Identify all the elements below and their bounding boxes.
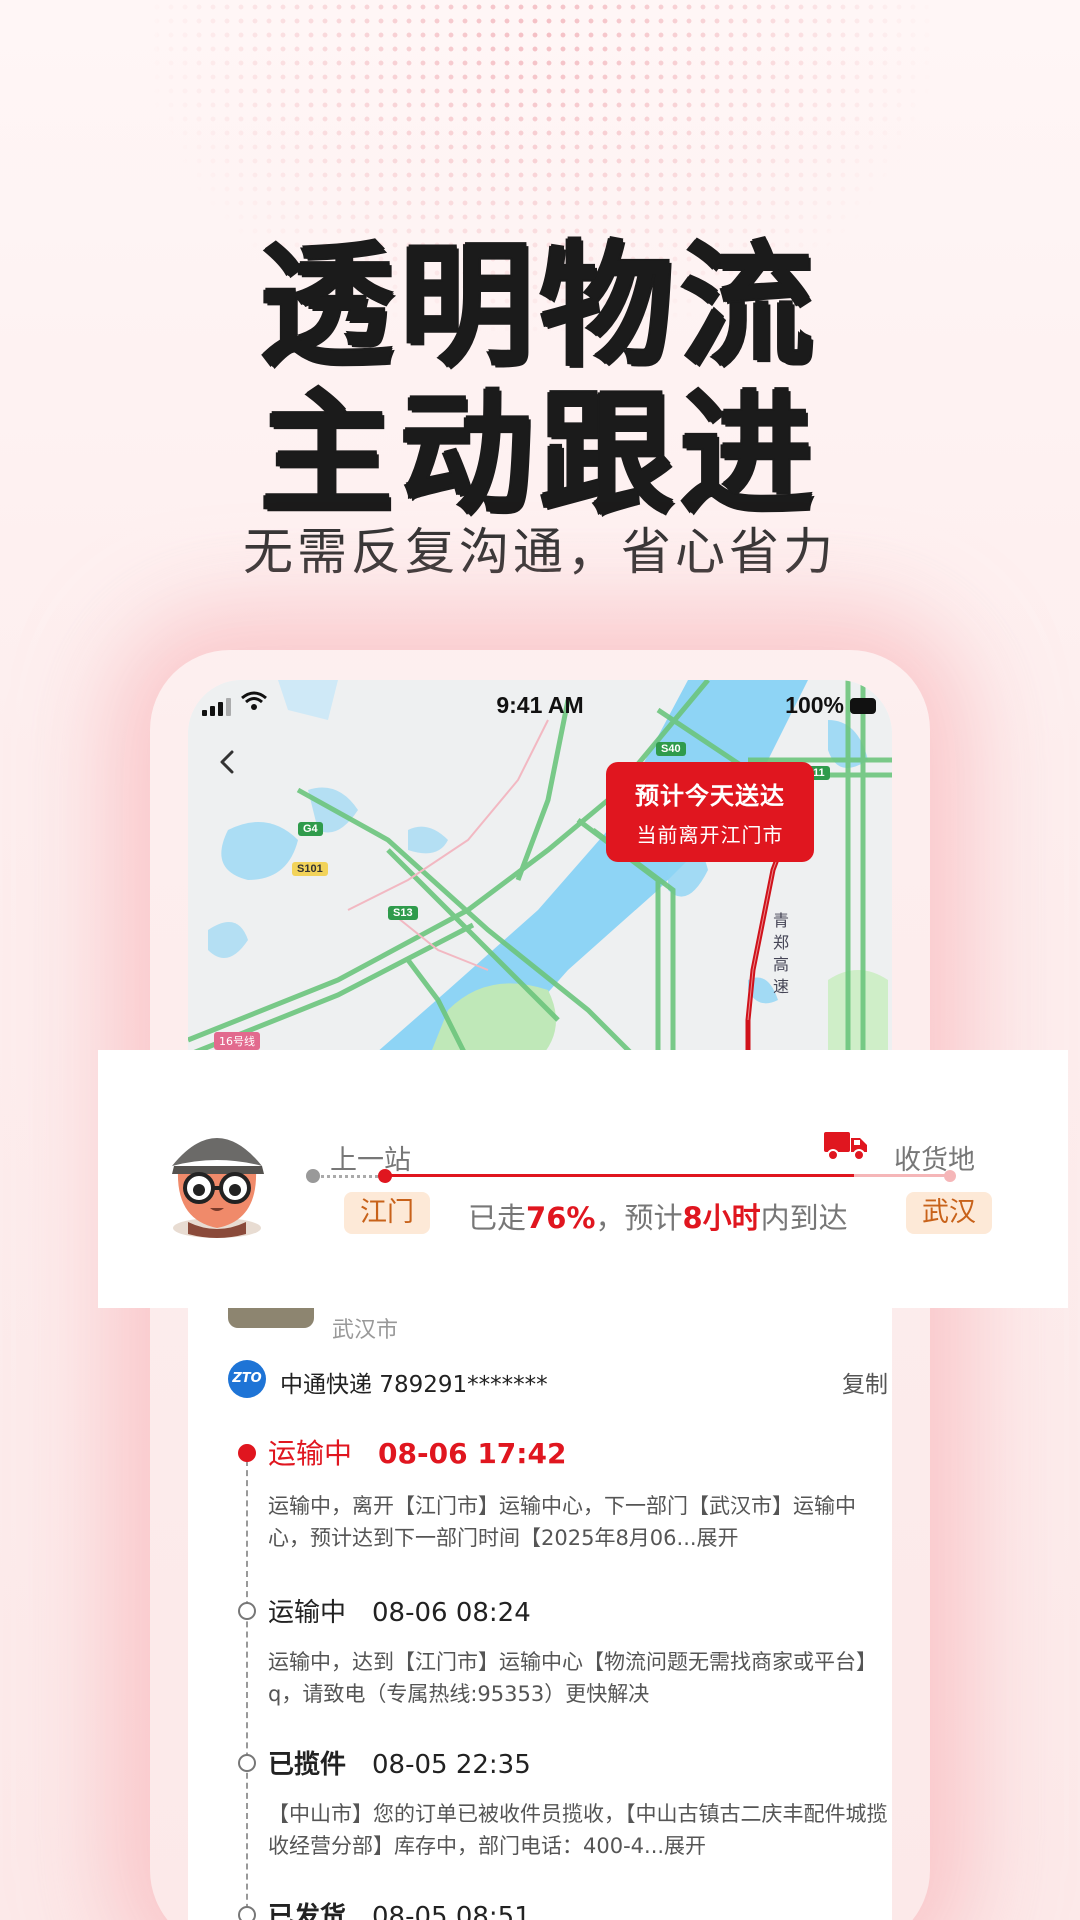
timeline-dot [238,1906,256,1920]
package-city: 武汉市 [332,1318,399,1343]
event-header: 运输中 08-06 08:24 [268,1592,531,1629]
bubble-subtitle: 当前离开江门市 [636,823,784,847]
track-destination-dot [944,1170,956,1182]
event-header: 运输中 08-06 17:42 [268,1432,566,1472]
timeline-dot [238,1602,256,1620]
package-thumbnail [228,1308,314,1328]
subtitle: 无需反复沟通，省心省力 [243,523,837,581]
track-current-dot [378,1169,392,1183]
cat-mascot-icon [172,1138,264,1238]
progress-summary: 已走76%，预计8小时内到达 [468,1195,848,1237]
progress-text-mid: ，预计 [595,1201,683,1235]
road-label-s13: S13 [388,906,418,920]
track-progress-fill [384,1174,854,1177]
metro-line-label: 16号线 [214,1032,260,1050]
event-description: 【中山市】您的订单已被收件员揽收，【中山古镇古二庆丰配件城揽收经营分部】库存中，… [268,1802,888,1858]
headline-line-2: 主动跟进 [259,377,820,533]
back-button[interactable] [208,742,248,782]
zto-logo-icon: ZTO [228,1360,266,1398]
event-header: 已揽件 08-05 22:35 [268,1744,531,1781]
carrier-tracking-number: 中通快递 789291******* [280,1372,548,1398]
copy-button[interactable]: 复制 [842,1365,888,1399]
battery-status: 100% [785,692,876,719]
event-status: 已发货 [268,1902,347,1920]
progress-percent: 76% [526,1201,596,1235]
track-remaining [854,1174,950,1177]
tracking-details: 武汉市 ZTO 中通快递 789291******* 复制 运输中 08-06 1… [188,1308,892,1920]
map-view[interactable]: G4 S101 S13 S40 11 16号线 青 郑 高 速 9:41 AM … [188,680,892,1062]
track-origin-dot [306,1169,320,1183]
battery-percent: 100% [785,692,844,718]
destination-label: 收货地 [894,1145,975,1176]
progress-card: 上一站 收货地 江门 已走76%，预计8小时内到达 武汉 [98,1050,1068,1308]
carrier-row: ZTO 中通快递 789291******* 复制 [228,1360,888,1400]
event-time: 08-05 22:35 [372,1750,531,1780]
truck-icon [824,1132,867,1161]
event-time: 08-05 08:51 [372,1902,531,1920]
event-status: 运输中 [268,1437,353,1470]
progress-text-pre: 已走 [468,1201,527,1235]
progress-hours: 8小时 [682,1201,761,1235]
event-status: 已揽件 [268,1750,347,1780]
chevron-left-icon [220,750,234,774]
status-bar: 9:41 AM 100% [188,680,892,732]
progress-text-post: 内到达 [760,1201,848,1235]
road-label-s101: S101 [292,862,328,876]
timeline-dot-active [238,1444,256,1462]
track-dotted-segment [314,1175,384,1178]
event-time: 08-06 17:42 [378,1437,567,1470]
event-description: 运输中，离开【江门市】运输中心，下一部门【武汉市】运输中心，预计达到下一部门时间… [268,1494,856,1550]
event-header: 已发货 08-05 08:51 [268,1896,531,1920]
bubble-title: 预计今天送达 [635,782,785,810]
origin-city-tag: 江门 [344,1192,430,1234]
timeline-line [246,1460,248,1920]
road-label-g4: G4 [298,822,323,836]
event-status: 运输中 [268,1598,347,1628]
previous-station-label: 上一站 [330,1145,411,1176]
destination-city-tag: 武汉 [906,1192,992,1234]
delivery-estimate-bubble: 预计今天送达 当前离开江门市 [606,762,814,862]
battery-icon [850,697,876,714]
timeline-dot [238,1754,256,1772]
road-label-s40: S40 [656,742,686,756]
route-label: 青 郑 高 速 [773,911,790,996]
event-description: 运输中，达到【江门市】运输中心【物流问题无需找商家或平台】q，请致电（专属热线:… [268,1650,877,1706]
event-time: 08-06 08:24 [372,1598,531,1628]
